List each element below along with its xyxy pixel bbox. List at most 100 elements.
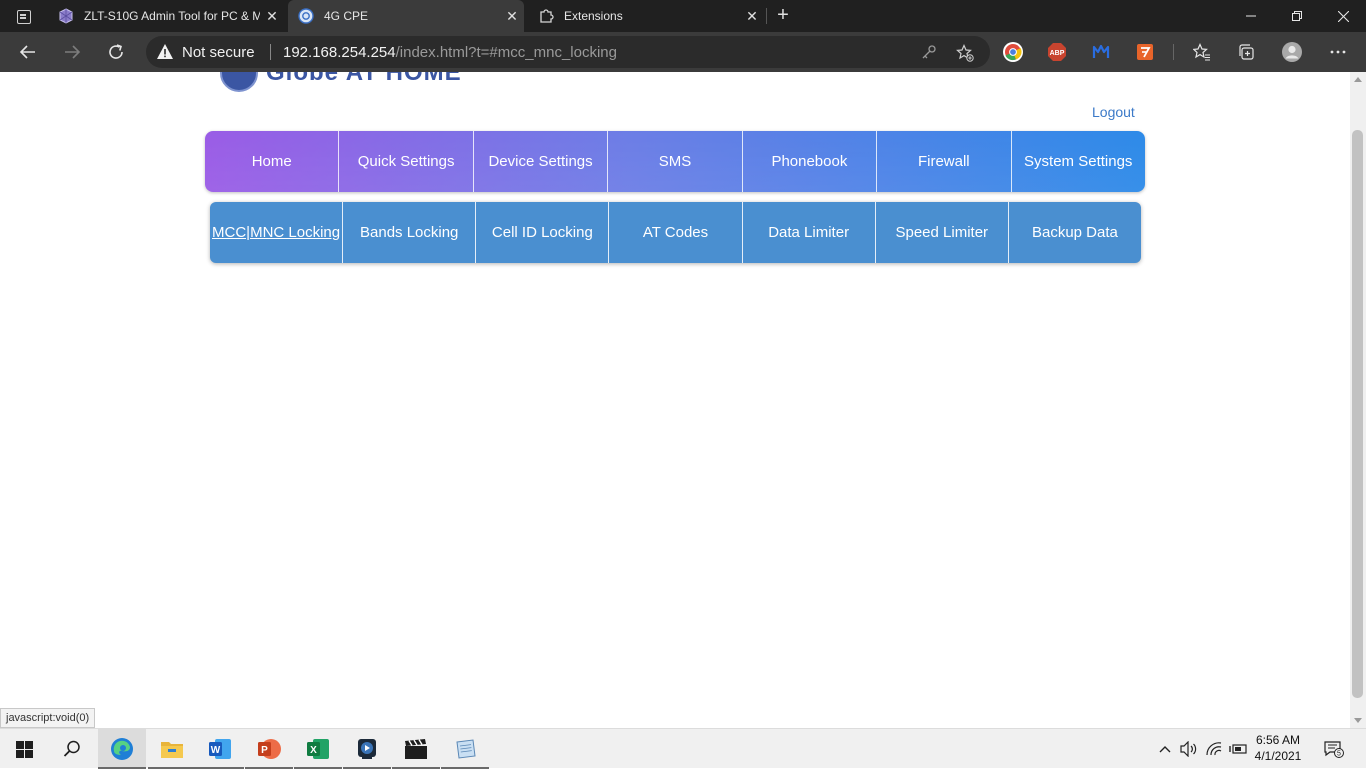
nav-label: SMS bbox=[658, 153, 692, 170]
warning-icon[interactable] bbox=[156, 43, 174, 61]
url-text[interactable]: 192.168.254.254/index.html?t=#mcc_mnc_lo… bbox=[283, 44, 617, 61]
add-favorite-icon[interactable] bbox=[956, 44, 974, 62]
abp-label: ABP bbox=[1050, 50, 1065, 57]
settings-menu-button[interactable] bbox=[1324, 38, 1352, 66]
restore-icon bbox=[1292, 11, 1302, 21]
url-host: 192.168.254.254 bbox=[283, 44, 396, 61]
minimize-button[interactable] bbox=[1228, 0, 1274, 32]
taskbar-file-explorer[interactable] bbox=[148, 729, 196, 769]
security-label[interactable]: Not secure bbox=[182, 44, 255, 61]
puzzle-icon bbox=[538, 8, 554, 24]
tab-divider bbox=[766, 8, 767, 24]
favorites-icon bbox=[1193, 43, 1210, 61]
subnav-backup-data[interactable]: Backup Data bbox=[1009, 202, 1141, 263]
tab-4g-cpe[interactable]: 4G CPE ✕ bbox=[288, 0, 524, 32]
powerpoint-icon: P bbox=[258, 739, 281, 759]
nav-label: System Settings bbox=[1024, 153, 1133, 170]
nav-firewall[interactable]: Firewall bbox=[877, 131, 1012, 192]
svg-text:P: P bbox=[261, 745, 268, 756]
scroll-down-icon[interactable] bbox=[1354, 718, 1362, 723]
subnav-bands-locking[interactable]: Bands Locking bbox=[343, 202, 477, 263]
windows-taskbar: W P X 6:56 AM 4/1/2021 5 bbox=[0, 728, 1366, 769]
excel-icon: X bbox=[307, 739, 329, 759]
collections-button[interactable] bbox=[1232, 38, 1260, 66]
tab-zlt-admin[interactable]: ZLT-S10G Admin Tool for PC & M ✕ bbox=[48, 0, 284, 32]
scroll-up-icon[interactable] bbox=[1354, 77, 1362, 82]
scroll-thumb[interactable] bbox=[1352, 130, 1363, 698]
logo-emblem-icon bbox=[220, 72, 258, 92]
omnibox-divider bbox=[270, 44, 271, 60]
svg-text:W: W bbox=[211, 745, 221, 756]
refresh-button[interactable] bbox=[102, 38, 130, 66]
taskbar-media-player[interactable] bbox=[343, 729, 391, 769]
notepad-icon bbox=[456, 739, 476, 759]
nav-label: Phonebook bbox=[771, 153, 848, 170]
battery-button[interactable] bbox=[1228, 739, 1248, 759]
malwarebytes-icon[interactable] bbox=[1089, 40, 1113, 64]
subnav-speed-limiter[interactable]: Speed Limiter bbox=[876, 202, 1009, 263]
close-icon[interactable]: ✕ bbox=[260, 8, 284, 25]
volume-button[interactable] bbox=[1179, 739, 1199, 759]
subnav-cell-id-locking[interactable]: Cell ID Locking bbox=[476, 202, 610, 263]
nav-quick-settings[interactable]: Quick Settings bbox=[339, 131, 474, 192]
logout-link[interactable]: Logout bbox=[1092, 104, 1135, 120]
taskbar-notepad[interactable] bbox=[441, 729, 489, 769]
show-hidden-icons-button[interactable] bbox=[1155, 739, 1175, 759]
system-clock[interactable]: 6:56 AM 4/1/2021 bbox=[1250, 732, 1306, 764]
close-icon[interactable]: ✕ bbox=[740, 8, 764, 25]
taskbar-powerpoint[interactable]: P bbox=[245, 729, 293, 769]
subnav-label: MCC|MNC Locking bbox=[212, 224, 341, 241]
edge-icon bbox=[111, 738, 133, 760]
subnav-data-limiter[interactable]: Data Limiter bbox=[743, 202, 876, 263]
clapper-icon bbox=[405, 739, 427, 759]
gear-cube-icon bbox=[58, 8, 74, 24]
nav-label: Firewall bbox=[917, 153, 970, 170]
tab-extensions[interactable]: Extensions ✕ bbox=[528, 0, 764, 32]
favorites-button[interactable] bbox=[1188, 38, 1216, 66]
clock-time: 6:56 AM bbox=[1255, 733, 1301, 747]
subnav-label: AT Codes bbox=[642, 224, 709, 241]
restore-button[interactable] bbox=[1274, 0, 1320, 32]
search-button[interactable] bbox=[48, 729, 96, 769]
minimize-icon bbox=[1246, 15, 1256, 17]
close-icon[interactable]: ✕ bbox=[500, 8, 524, 25]
link-status-bubble: javascript:void(0) bbox=[0, 708, 96, 728]
chevron-up-icon bbox=[1159, 746, 1171, 753]
tampermonkey-icon[interactable] bbox=[1133, 40, 1157, 64]
taskbar-video-editor[interactable] bbox=[392, 729, 440, 769]
main-navigation: Home Quick Settings Device Settings SMS … bbox=[205, 131, 1145, 192]
nav-system-settings[interactable]: System Settings bbox=[1011, 131, 1145, 192]
nav-home[interactable]: Home bbox=[205, 131, 340, 192]
new-tab-button[interactable]: + bbox=[772, 4, 794, 28]
forward-button[interactable] bbox=[58, 38, 86, 66]
chrome-like-icon[interactable] bbox=[1001, 40, 1025, 64]
browser-toolbar: Not secure 192.168.254.254/index.html?t=… bbox=[0, 32, 1366, 72]
arrow-right-icon bbox=[65, 45, 81, 59]
nav-device-settings[interactable]: Device Settings bbox=[473, 131, 609, 192]
browser-tab-bar: ZLT-S10G Admin Tool for PC & M ✕ 4G CPE … bbox=[0, 0, 1366, 32]
subnav-at-codes[interactable]: AT Codes bbox=[609, 202, 743, 263]
action-center-button[interactable]: 5 bbox=[1324, 739, 1344, 759]
start-button[interactable] bbox=[0, 729, 48, 769]
close-window-button[interactable] bbox=[1320, 0, 1366, 32]
key-icon[interactable] bbox=[920, 44, 938, 62]
speaker-icon bbox=[1180, 741, 1197, 757]
profile-button[interactable] bbox=[1278, 38, 1306, 66]
subnav-mcc-mnc-locking[interactable]: MCC|MNC Locking bbox=[210, 202, 344, 263]
network-button[interactable] bbox=[1204, 739, 1224, 759]
collections-icon bbox=[1239, 44, 1254, 60]
nav-phonebook[interactable]: Phonebook bbox=[742, 131, 878, 192]
notification-icon: 5 bbox=[1324, 741, 1344, 758]
taskbar-excel[interactable]: X bbox=[294, 729, 342, 769]
address-bar[interactable]: Not secure 192.168.254.254/index.html?t=… bbox=[146, 36, 990, 68]
taskbar-edge[interactable] bbox=[98, 729, 146, 769]
taskbar-word[interactable]: W bbox=[196, 729, 244, 769]
subnav-label: Cell ID Locking bbox=[491, 224, 593, 241]
word-icon: W bbox=[209, 739, 231, 759]
adblock-plus-icon[interactable]: ABP bbox=[1045, 40, 1069, 64]
back-button[interactable] bbox=[14, 38, 42, 66]
tab-actions-button[interactable] bbox=[8, 6, 40, 28]
tab-actions-icon bbox=[17, 10, 31, 24]
nav-sms[interactable]: SMS bbox=[608, 131, 743, 192]
page-scrollbar[interactable] bbox=[1350, 72, 1366, 728]
